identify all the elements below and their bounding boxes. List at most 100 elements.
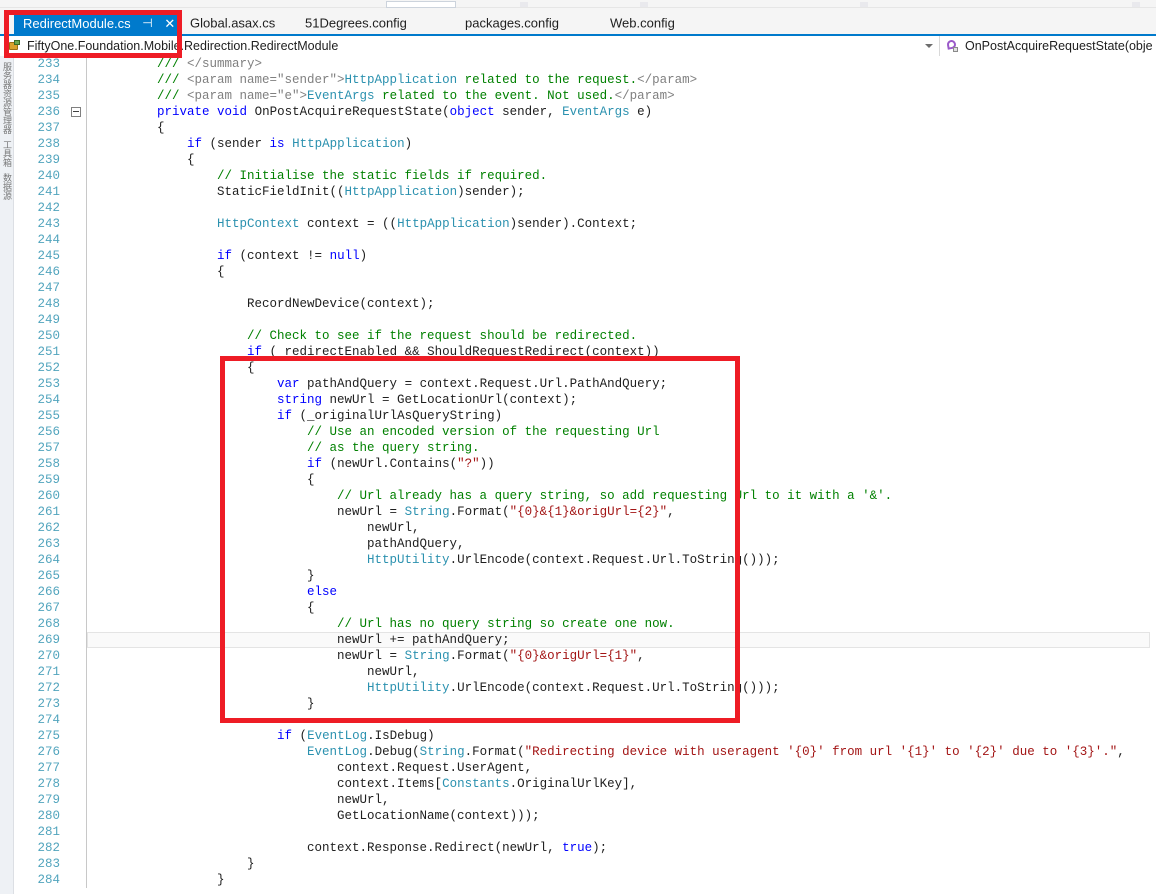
code-line[interactable]: 245 if (context != null) xyxy=(14,248,1156,264)
toolbar-icon-b[interactable] xyxy=(640,2,648,7)
fold-margin[interactable] xyxy=(68,136,86,152)
member-dropdown[interactable]: OnPostAcquireRequestState(obje xyxy=(940,36,1156,56)
code-line[interactable]: 276 EventLog.Debug(String.Format("Redire… xyxy=(14,744,1156,760)
fold-margin[interactable] xyxy=(68,792,86,808)
code-line[interactable]: 256 // Use an encoded version of the req… xyxy=(14,424,1156,440)
tab-51degrees-config[interactable]: 51Degrees.config xyxy=(295,12,417,34)
code-line[interactable]: 257 // as the query string. xyxy=(14,440,1156,456)
code-line[interactable]: 258 if (newUrl.Contains("?")) xyxy=(14,456,1156,472)
fold-margin[interactable] xyxy=(68,760,86,776)
code-line[interactable]: 241 StaticFieldInit((HttpApplication)sen… xyxy=(14,184,1156,200)
fold-margin[interactable] xyxy=(68,104,86,120)
code-line[interactable]: 268 // Url has no query string so create… xyxy=(14,616,1156,632)
fold-margin[interactable] xyxy=(68,664,86,680)
fold-margin[interactable] xyxy=(68,184,86,200)
fold-margin[interactable] xyxy=(68,296,86,312)
code-line[interactable]: 280 GetLocationName(context))); xyxy=(14,808,1156,824)
fold-margin[interactable] xyxy=(68,648,86,664)
fold-margin[interactable] xyxy=(68,600,86,616)
fold-margin[interactable] xyxy=(68,440,86,456)
code-line[interactable]: 246 { xyxy=(14,264,1156,280)
code-line[interactable]: 233 /// </summary> xyxy=(14,56,1156,72)
code-line[interactable]: 237 { xyxy=(14,120,1156,136)
fold-margin[interactable] xyxy=(68,504,86,520)
toolbar-overflow-icon[interactable] xyxy=(1132,2,1140,7)
fold-margin[interactable] xyxy=(68,248,86,264)
code-line[interactable]: 236 private void OnPostAcquireRequestSta… xyxy=(14,104,1156,120)
code-line[interactable]: 263 pathAndQuery, xyxy=(14,536,1156,552)
code-line[interactable]: 270 newUrl = String.Format("{0}&origUrl=… xyxy=(14,648,1156,664)
fold-margin[interactable] xyxy=(68,872,86,888)
fold-margin[interactable] xyxy=(68,824,86,840)
code-line[interactable]: 266 else xyxy=(14,584,1156,600)
code-line[interactable]: 277 context.Request.UserAgent, xyxy=(14,760,1156,776)
dock-tab-toolbox[interactable]: 工具箱 xyxy=(1,140,12,167)
code-line[interactable]: 272 HttpUtility.UrlEncode(context.Reques… xyxy=(14,680,1156,696)
code-line[interactable]: 252 { xyxy=(14,360,1156,376)
fold-margin[interactable] xyxy=(68,360,86,376)
fold-margin[interactable] xyxy=(68,376,86,392)
code-line[interactable]: 265 } xyxy=(14,568,1156,584)
fold-margin[interactable] xyxy=(68,808,86,824)
fold-margin[interactable] xyxy=(68,552,86,568)
code-line[interactable]: 238 if (sender is HttpApplication) xyxy=(14,136,1156,152)
chevron-down-icon[interactable] xyxy=(925,44,933,48)
fold-margin[interactable] xyxy=(68,488,86,504)
code-line[interactable]: 261 newUrl = String.Format("{0}&{1}&orig… xyxy=(14,504,1156,520)
fold-margin[interactable] xyxy=(68,312,86,328)
code-line[interactable]: 275 if (EventLog.IsDebug) xyxy=(14,728,1156,744)
fold-margin[interactable] xyxy=(68,536,86,552)
code-line[interactable]: 281 xyxy=(14,824,1156,840)
fold-margin[interactable] xyxy=(68,280,86,296)
fold-margin[interactable] xyxy=(68,680,86,696)
code-line[interactable]: 250 // Check to see if the request shoul… xyxy=(14,328,1156,344)
fold-margin[interactable] xyxy=(68,424,86,440)
tab-redirectmodule-cs[interactable]: RedirectModule.cs ⊣ ✕ xyxy=(14,11,182,35)
code-line[interactable]: 234 /// <param name="sender">HttpApplica… xyxy=(14,72,1156,88)
tab-global-asax-cs[interactable]: Global.asax.cs xyxy=(180,12,285,34)
fold-margin[interactable] xyxy=(68,216,86,232)
fold-margin[interactable] xyxy=(68,152,86,168)
code-line[interactable]: 264 HttpUtility.UrlEncode(context.Reques… xyxy=(14,552,1156,568)
fold-margin[interactable] xyxy=(68,584,86,600)
code-line[interactable]: 262 newUrl, xyxy=(14,520,1156,536)
fold-margin[interactable] xyxy=(68,744,86,760)
tab-packages-config[interactable]: packages.config xyxy=(455,12,569,34)
close-icon[interactable]: ✕ xyxy=(164,12,175,35)
fold-margin[interactable] xyxy=(68,344,86,360)
code-line[interactable]: 279 newUrl, xyxy=(14,792,1156,808)
code-line[interactable]: 278 context.Items[Constants.OriginalUrlK… xyxy=(14,776,1156,792)
tab-web-config[interactable]: Web.config xyxy=(600,12,685,34)
code-line[interactable]: 259 { xyxy=(14,472,1156,488)
code-line[interactable]: 269 newUrl += pathAndQuery; xyxy=(14,632,1156,648)
pin-icon[interactable]: ⊣ xyxy=(142,12,152,35)
fold-margin[interactable] xyxy=(68,712,86,728)
fold-margin[interactable] xyxy=(68,456,86,472)
code-line[interactable]: 243 HttpContext context = ((HttpApplicat… xyxy=(14,216,1156,232)
fold-margin[interactable] xyxy=(68,840,86,856)
fold-margin[interactable] xyxy=(68,392,86,408)
code-line[interactable]: 260 // Url already has a query string, s… xyxy=(14,488,1156,504)
fold-margin[interactable] xyxy=(68,120,86,136)
code-line[interactable]: 282 context.Response.Redirect(newUrl, tr… xyxy=(14,840,1156,856)
fold-margin[interactable] xyxy=(68,168,86,184)
fold-margin[interactable] xyxy=(68,520,86,536)
fold-margin[interactable] xyxy=(68,568,86,584)
toolbar-icon-a[interactable] xyxy=(520,2,528,7)
fold-margin[interactable] xyxy=(68,200,86,216)
code-line[interactable]: 249 xyxy=(14,312,1156,328)
code-line[interactable]: 267 { xyxy=(14,600,1156,616)
fold-margin[interactable] xyxy=(68,776,86,792)
fold-margin[interactable] xyxy=(68,328,86,344)
quick-find-box[interactable] xyxy=(386,1,456,8)
fold-margin[interactable] xyxy=(68,232,86,248)
fold-margin[interactable] xyxy=(68,72,86,88)
fold-margin[interactable] xyxy=(68,632,86,648)
code-line[interactable]: 273 } xyxy=(14,696,1156,712)
collapse-icon[interactable] xyxy=(71,107,81,117)
fold-margin[interactable] xyxy=(68,88,86,104)
toolbar-icon-c[interactable] xyxy=(860,2,868,7)
fold-margin[interactable] xyxy=(68,408,86,424)
fold-margin[interactable] xyxy=(68,696,86,712)
code-line[interactable]: 242 xyxy=(14,200,1156,216)
